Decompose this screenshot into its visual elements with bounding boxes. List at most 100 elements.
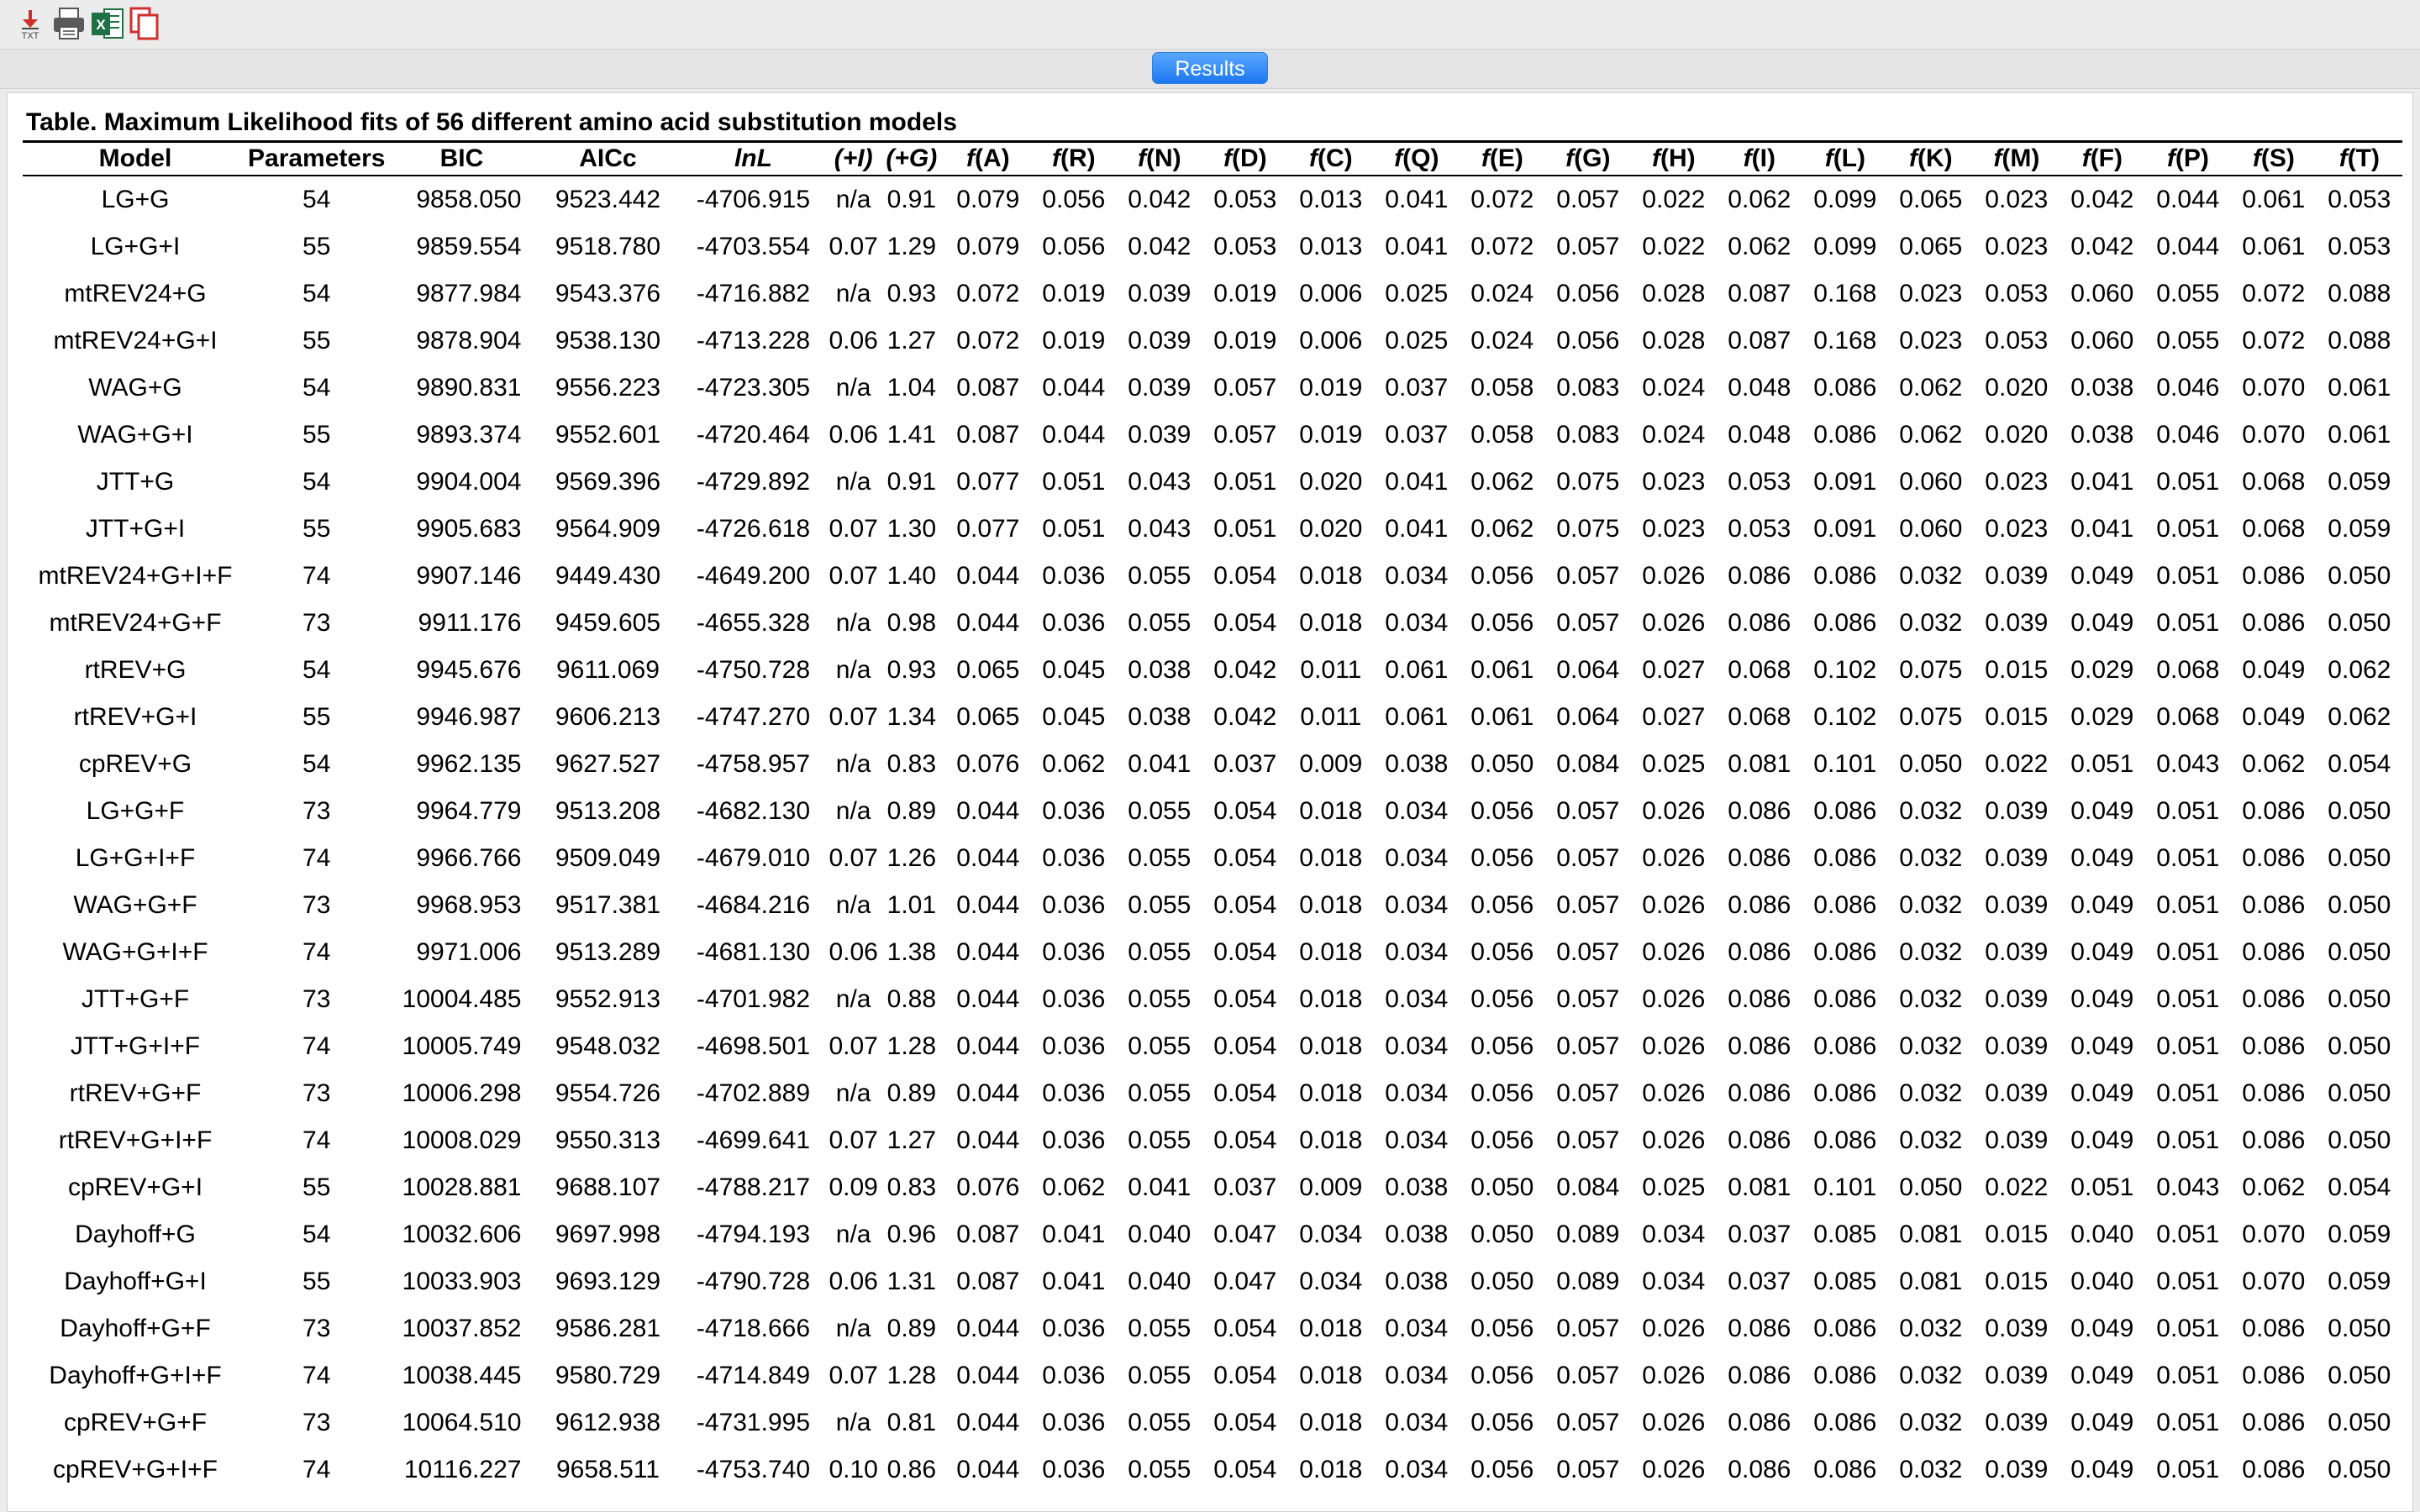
table-cell: 0.061 <box>1385 655 1449 684</box>
table-cell: 0.98 <box>886 608 937 637</box>
table-cell: 0.054 <box>1213 1126 1277 1154</box>
table-cell: -4720.464 <box>696 420 811 449</box>
table-cell: 0.075 <box>1556 514 1620 543</box>
table-cell: 0.032 <box>1899 1079 1963 1107</box>
table-cell: 0.062 <box>1899 373 1963 402</box>
table-cell: 0.076 <box>956 1173 1020 1201</box>
table-cell: 0.057 <box>1213 373 1277 402</box>
table-cell: 9564.909 <box>555 514 661 543</box>
print-button[interactable] <box>50 5 87 42</box>
table-cell: WAG+G+I+F <box>62 937 208 966</box>
table-cell: 0.056 <box>1470 1361 1534 1389</box>
table-cell: 0.055 <box>1128 1361 1192 1389</box>
export-excel-button[interactable]: X <box>89 5 126 42</box>
export-txt-button[interactable]: TXT <box>12 5 49 42</box>
table-cell: 0.086 <box>1728 1455 1791 1483</box>
table-cell: 0.065 <box>956 655 1020 684</box>
table-cell: 0.07 <box>829 514 878 543</box>
table-cell: 0.024 <box>1470 279 1534 307</box>
copy-button[interactable] <box>126 5 163 42</box>
column-header: f(T) <box>2316 140 2402 176</box>
table-cell: LG+G <box>101 185 170 213</box>
table-cell: 1.27 <box>886 326 937 354</box>
table-cell: 73 <box>302 796 331 825</box>
table-cell: 0.015 <box>1985 1220 2049 1248</box>
table-cell: 0.042 <box>1213 702 1277 731</box>
table-cell: 0.047 <box>1213 1220 1277 1248</box>
table-cell: 0.024 <box>1642 373 1706 402</box>
table-cell: 9548.032 <box>555 1032 661 1060</box>
table-cell: 0.057 <box>1556 843 1620 872</box>
table-cell: 74 <box>302 561 331 590</box>
table-cell: 0.051 <box>2156 937 2220 966</box>
table-cell: 0.039 <box>1985 843 2049 872</box>
table-cell: 0.042 <box>1128 185 1192 213</box>
table-cell: 9907.146 <box>416 561 522 590</box>
toolbar: TXT X <box>0 0 2420 49</box>
table-cell: 0.039 <box>1128 420 1192 449</box>
table-cell: 0.07 <box>829 1032 878 1060</box>
table-cell: 0.038 <box>2070 373 2134 402</box>
table-cell: 0.039 <box>1985 796 2049 825</box>
table-cell: LG+G+F <box>86 796 185 825</box>
table-cell: 0.039 <box>1985 1126 2049 1154</box>
table-cell: 0.054 <box>1213 1361 1277 1389</box>
table-cell: 0.051 <box>2156 1455 2220 1483</box>
table-cell: 0.056 <box>1556 279 1620 307</box>
table-cell: 0.048 <box>1728 373 1791 402</box>
tab-results[interactable]: Results <box>1152 52 1268 84</box>
table-cell: 0.07 <box>829 843 878 872</box>
table-cell: -4794.193 <box>696 1220 811 1248</box>
table-cell: 0.057 <box>1556 1408 1620 1436</box>
table-cell: 0.044 <box>956 890 1020 919</box>
table-cell: rtREV+G+I+F <box>58 1126 213 1154</box>
table-cell: 0.050 <box>1899 1173 1963 1201</box>
table-cell: 0.055 <box>1128 1408 1192 1436</box>
table-cell: 9890.831 <box>416 373 522 402</box>
table-cell: 0.038 <box>1385 1220 1449 1248</box>
table-row: LG+G 54 9858.050 9523.442 -4706.915 n/a 0.91 0.… <box>23 176 2402 223</box>
table-cell: 0.168 <box>1813 326 1877 354</box>
table-cell: 0.019 <box>1042 326 1106 354</box>
table-cell: 0.075 <box>1899 702 1963 731</box>
table-cell: 0.044 <box>956 1032 1020 1060</box>
table-cell: n/a <box>835 373 871 402</box>
table-cell: 9945.676 <box>416 655 522 684</box>
table-cell: 0.081 <box>1728 749 1791 778</box>
table-cell: n/a <box>835 467 871 496</box>
table-cell: 0.088 <box>2328 326 2391 354</box>
table-cell: 0.018 <box>1299 1455 1363 1483</box>
table-cell: 0.086 <box>1728 1408 1791 1436</box>
table-cell: 0.056 <box>1470 796 1534 825</box>
table-cell: 0.032 <box>1899 561 1963 590</box>
table-cell: 0.053 <box>2328 185 2391 213</box>
table-cell: 0.062 <box>1042 749 1106 778</box>
table-cell: 0.023 <box>1985 467 2049 496</box>
table-cell: 55 <box>302 514 331 543</box>
table-cell: 0.089 <box>1556 1220 1620 1248</box>
table-cell: WAG+G <box>88 373 182 402</box>
table-cell: 0.018 <box>1299 937 1363 966</box>
table-cell: 0.023 <box>1985 185 2049 213</box>
table-cell: 0.036 <box>1042 1032 1106 1060</box>
table-cell: 0.086 <box>1728 1032 1791 1060</box>
table-cell: 0.044 <box>956 1408 1020 1436</box>
table-cell: 0.039 <box>1985 608 2049 637</box>
model-fit-table: Model Parameters BIC AICc lnL (+I) (+G) f(A) f(R… <box>23 140 2402 1494</box>
column-header: f(K) <box>1887 140 1974 176</box>
table-cell: 0.085 <box>1813 1220 1877 1248</box>
table-cell: 0.044 <box>956 1079 1020 1107</box>
table-cell: 0.051 <box>2156 1267 2220 1295</box>
table-cell: 0.086 <box>1813 1126 1877 1154</box>
table-cell: 0.044 <box>956 796 1020 825</box>
table-cell: 10116.227 <box>403 1455 522 1483</box>
table-cell: LG+G+I <box>90 232 181 260</box>
table-cell: 0.032 <box>1899 1126 1963 1154</box>
table-cell: 0.036 <box>1042 1079 1106 1107</box>
table-cell: 0.029 <box>2070 702 2134 731</box>
table-cell: 0.054 <box>1213 1408 1277 1436</box>
table-row: JTT+G 54 9904.004 9569.396 -4729.892 n/a 0.91 0… <box>23 459 2402 506</box>
table-cell: rtREV+G+I <box>73 702 197 731</box>
table-cell: 0.034 <box>1385 1408 1449 1436</box>
table-cell: 0.06 <box>829 326 878 354</box>
